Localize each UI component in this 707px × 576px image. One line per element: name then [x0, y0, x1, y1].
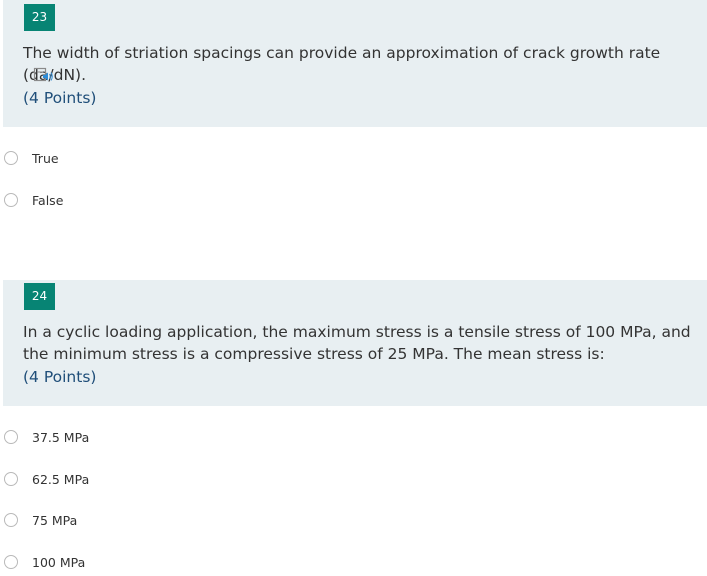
radio-button[interactable] — [4, 513, 18, 527]
radio-button[interactable] — [4, 193, 18, 207]
radio-button[interactable] — [4, 151, 18, 165]
question-number-badge: 24 — [24, 283, 55, 310]
question-text: The width of striation spacings can prov… — [23, 44, 661, 84]
radio-button[interactable] — [4, 555, 18, 569]
option-label: False — [32, 192, 64, 208]
question-points: (4 Points) — [23, 368, 97, 386]
radio-button[interactable] — [4, 472, 18, 486]
option-37-5-mpa[interactable]: 37.5 MPa — [4, 427, 89, 447]
question-23-header: 23 The width of striation spacings can p… — [3, 0, 707, 127]
option-label: 37.5 MPa — [32, 429, 90, 445]
option-62-5-mpa[interactable]: 62.5 MPa — [4, 469, 89, 489]
read-aloud-icon[interactable] — [33, 66, 55, 84]
option-false[interactable]: False — [4, 190, 63, 210]
question-text: In a cyclic loading application, the max… — [23, 323, 691, 363]
question-number-badge: 23 — [24, 4, 55, 31]
question-points: (4 Points) — [23, 89, 97, 107]
option-75-mpa[interactable]: 75 MPa — [4, 510, 77, 530]
option-label: 75 MPa — [32, 512, 78, 528]
option-100-mpa[interactable]: 100 MPa — [4, 552, 85, 572]
option-true[interactable]: True — [4, 148, 59, 168]
question-24-header: 24 In a cyclic loading application, the … — [3, 280, 707, 406]
option-label: True — [32, 150, 59, 166]
option-label: 62.5 MPa — [32, 471, 90, 487]
option-label: 100 MPa — [32, 554, 86, 570]
radio-button[interactable] — [4, 430, 18, 444]
